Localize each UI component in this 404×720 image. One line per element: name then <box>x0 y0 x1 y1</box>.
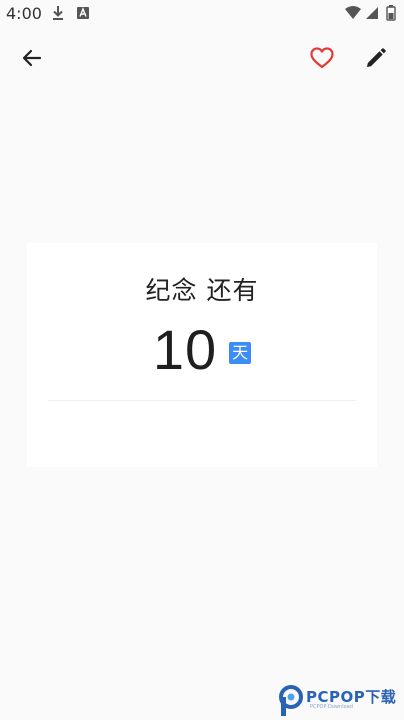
count-row: 10 天 <box>27 315 377 385</box>
heart-outline-icon <box>310 47 334 69</box>
divider <box>48 400 356 401</box>
watermark: PCPOP下载 PCPOP Download <box>278 682 404 720</box>
day-unit-badge: 天 <box>229 342 252 364</box>
signal-icon <box>366 7 378 19</box>
arrow-left-icon <box>22 49 42 67</box>
favorite-button[interactable] <box>302 38 342 78</box>
pencil-icon <box>367 48 386 67</box>
status-time: 4:00 <box>6 4 42 23</box>
wifi-icon <box>345 6 361 19</box>
download-icon <box>53 6 63 20</box>
battery-icon <box>386 5 396 21</box>
day-count: 10 <box>152 318 218 381</box>
anniversary-card[interactable]: 纪念 还有 10 天 <box>27 243 377 467</box>
status-bar: 4:00 <box>0 0 404 28</box>
back-button[interactable] <box>12 38 52 78</box>
toolbar <box>0 28 404 88</box>
edit-button[interactable] <box>356 38 396 78</box>
watermark-subtext: PCPOP Download <box>310 704 353 710</box>
app-a-icon <box>77 7 89 19</box>
pcpop-logo-icon <box>279 685 303 716</box>
card-title: 纪念 还有 <box>145 276 259 305</box>
